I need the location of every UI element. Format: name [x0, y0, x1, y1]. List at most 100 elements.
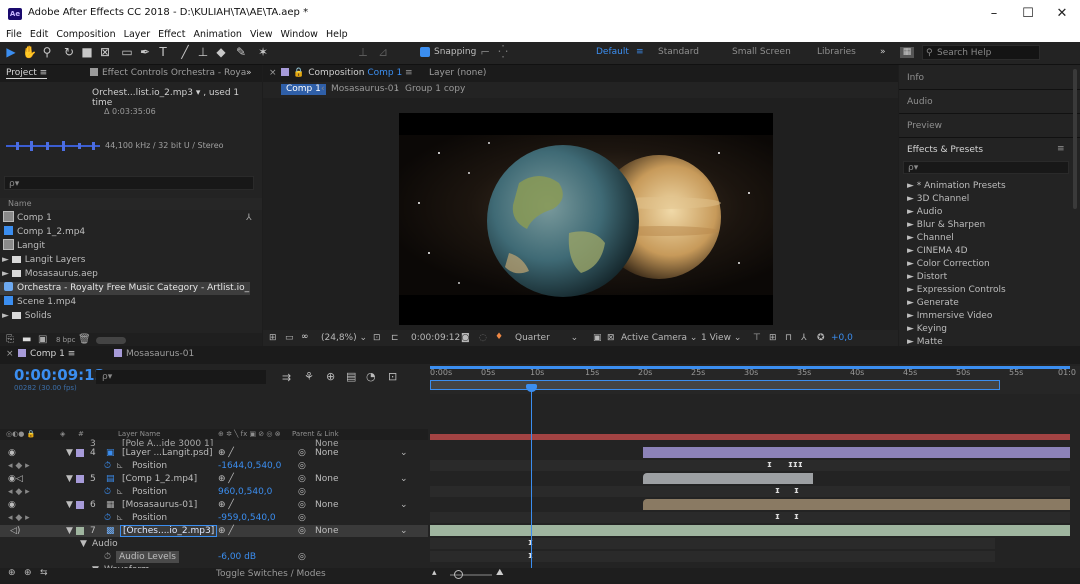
- effects-category-matte[interactable]: ► Matte: [907, 337, 943, 345]
- expression-pickwhip-icon[interactable]: ◎: [298, 551, 306, 563]
- position-value[interactable]: -1644,0,540,0: [218, 460, 281, 472]
- video-visibility-icon[interactable]: ◉: [8, 499, 16, 511]
- crumb-mosasaurus[interactable]: Mosasaurus-01: [331, 84, 399, 94]
- layer-5-duration-bar[interactable]: [643, 473, 813, 484]
- tab-effect-controls[interactable]: Effect Controls Orchestra - Roya: [90, 68, 246, 78]
- timeline-search-input[interactable]: ρ▾: [96, 370, 266, 384]
- composition-mini-flowchart-icon[interactable]: ⇉: [282, 371, 291, 384]
- pickwhip-icon[interactable]: ◎: [298, 525, 306, 537]
- show-snapshot-icon[interactable]: ◌: [479, 333, 487, 343]
- effects-category-generate[interactable]: ► Generate: [907, 298, 959, 308]
- menu-file[interactable]: File: [0, 28, 26, 42]
- parent-dropdown[interactable]: None: [315, 499, 338, 511]
- menu-edit[interactable]: Edit: [26, 28, 52, 42]
- parent-dropdown[interactable]: None: [315, 473, 338, 485]
- stopwatch-icon[interactable]: ⏱: [104, 551, 111, 563]
- effects-category-immersive-video[interactable]: ► Immersive Video: [907, 311, 992, 321]
- work-area-bar[interactable]: [430, 380, 1000, 390]
- flowchart-icon[interactable]: ⅄: [801, 333, 807, 343]
- video-visibility-icon[interactable]: ◉: [8, 447, 16, 459]
- column-name-header[interactable]: Name: [8, 199, 32, 208]
- graph-icon[interactable]: ⊾: [116, 460, 124, 472]
- color-depth-button[interactable]: 8 bpc: [56, 336, 75, 344]
- layer-switches[interactable]: ⊕ ╱: [218, 473, 234, 485]
- region-of-interest-icon[interactable]: ⊏: [391, 333, 399, 343]
- lock-icon[interactable]: 🔒: [293, 68, 304, 78]
- label-color-swatch[interactable]: [76, 501, 84, 509]
- effects-category-blur-sharpen[interactable]: ► Blur & Sharpen: [907, 220, 985, 230]
- eraser-tool-icon[interactable]: ◆: [214, 45, 228, 59]
- workspace-small-screen[interactable]: Small Screen: [732, 47, 791, 57]
- label-color-swatch[interactable]: [76, 449, 84, 457]
- menu-layer[interactable]: Layer: [120, 28, 155, 42]
- label-color-swatch[interactable]: [76, 475, 84, 483]
- effects-category-distort[interactable]: ► Distort: [907, 272, 947, 282]
- masks-icon[interactable]: ∞: [301, 332, 309, 342]
- effects-presets-panel-header[interactable]: Effects & Presets: [907, 145, 983, 155]
- brush-tool-icon[interactable]: ╱: [178, 45, 192, 59]
- property-row-position[interactable]: ◂ ◆ ▸ ⏱ ⊾ Position 960,0,540,0 ◎: [0, 486, 428, 498]
- resolution-dropdown[interactable]: Quarter ⌄: [515, 333, 578, 343]
- audio-toggle-icon[interactable]: ◁): [10, 525, 20, 537]
- layer-row-4[interactable]: ◉ ▼ 4 ▣ [Layer ...Langit.psd] ⊕ ╱ ◎ None…: [0, 447, 428, 459]
- layer-switches[interactable]: ⊕ ╱: [218, 525, 234, 537]
- pickwhip-icon[interactable]: ◎: [298, 447, 306, 459]
- flowchart-icon[interactable]: ⅄: [246, 212, 252, 225]
- keyframe-marker[interactable]: ɪ: [775, 512, 780, 522]
- motion-blur-toggle-icon[interactable]: ◔: [366, 370, 376, 383]
- puppet-tool-icon[interactable]: ✶: [256, 45, 270, 59]
- pickwhip-icon[interactable]: ◎: [298, 499, 306, 511]
- workspace-menu-icon[interactable]: ≡: [636, 47, 644, 57]
- twirl-open-icon[interactable]: ▼: [66, 473, 73, 485]
- layer-switches-pane-icon[interactable]: ⊕: [8, 568, 16, 578]
- pickwhip-icon[interactable]: ◎: [298, 473, 306, 485]
- rotate-tool-icon[interactable]: ↻: [62, 45, 76, 59]
- workspace-standard[interactable]: Standard: [658, 47, 699, 57]
- tab-timeline-comp-1[interactable]: Comp 1 ≡: [18, 349, 75, 359]
- snapping-checkbox[interactable]: [420, 47, 430, 57]
- layer-row-6[interactable]: ◉ ▼ 6 ▦ [Mosasaurus-01] ⊕ ╱ ◎ None ⌄: [0, 499, 428, 511]
- layer-name[interactable]: [Comp 1_2.mp4]: [122, 473, 197, 485]
- menu-composition[interactable]: Composition: [52, 28, 119, 42]
- keyframe-marker[interactable]: ɪɪɪ: [788, 460, 803, 470]
- keyframe-marker[interactable]: ɪ: [794, 486, 799, 496]
- parent-dropdown[interactable]: None: [315, 447, 338, 459]
- maximize-button[interactable]: ☐: [1014, 5, 1042, 23]
- stopwatch-icon[interactable]: ⏱: [104, 512, 111, 524]
- layer-row-7-selected[interactable]: ◁) ▼ 7 ▩ [Orches....io_2.mp3] ⊕ ╱ ◎ None…: [0, 525, 428, 537]
- modes-pane-icon[interactable]: ⊕: [24, 568, 32, 578]
- shy-layers-icon[interactable]: ⊕: [326, 370, 335, 383]
- expression-pickwhip-icon[interactable]: ◎: [298, 460, 306, 472]
- workspace-default[interactable]: Default: [596, 47, 629, 57]
- graph-editor-icon[interactable]: ⊡: [388, 370, 397, 383]
- workspace-libraries[interactable]: Libraries: [817, 47, 856, 57]
- effects-search-input[interactable]: ρ▾: [903, 161, 1069, 174]
- zoom-tool-icon[interactable]: ⚲: [40, 45, 54, 59]
- twirl-open-icon[interactable]: ▼: [80, 538, 87, 550]
- twirl-open-icon[interactable]: ▼: [66, 499, 73, 511]
- pan-behind-tool-icon[interactable]: ⊠: [98, 45, 112, 59]
- tab-composition[interactable]: 🔒 Composition Comp 1 ≡: [281, 68, 413, 78]
- property-row-position[interactable]: ◂ ◆ ▸ ⏱ ⊾ Position -959,0,540,0 ◎: [0, 512, 428, 524]
- keyframe-navigator-icon[interactable]: ◂ ◆ ▸: [8, 460, 30, 472]
- project-item-comp-1-mp4[interactable]: Comp 1_2.mp4: [4, 226, 85, 239]
- layer-name[interactable]: [Layer ...Langit.psd]: [122, 447, 213, 459]
- chevron-down-icon[interactable]: ⌄: [400, 499, 408, 511]
- world-axis-icon[interactable]: ⊿: [376, 45, 390, 59]
- transparency-grid-icon[interactable]: ⊠: [607, 333, 615, 343]
- project-item-solids[interactable]: ► Solids: [2, 310, 51, 323]
- draft-3d-icon[interactable]: ⊞: [769, 333, 777, 343]
- reset-exposure-icon[interactable]: ✪: [817, 333, 825, 343]
- menu-window[interactable]: Window: [276, 28, 321, 42]
- keyframe-navigator-icon[interactable]: ◂ ◆ ▸: [8, 486, 30, 498]
- layer-row-3[interactable]: 3 [Pole A...ide 3000 1] None: [0, 438, 428, 446]
- close-button[interactable]: ✕: [1048, 5, 1076, 23]
- label-color-swatch[interactable]: [76, 527, 84, 535]
- pixel-aspect-icon[interactable]: ⊤: [753, 333, 761, 343]
- position-value[interactable]: 960,0,540,0: [218, 486, 272, 498]
- frame-blending-icon[interactable]: ▤: [346, 370, 356, 383]
- property-group-audio[interactable]: ▼ Audio: [0, 538, 428, 550]
- menu-view[interactable]: View: [246, 28, 277, 42]
- camera-tool-icon[interactable]: ■: [80, 45, 94, 59]
- hand-tool-icon[interactable]: ✋: [22, 45, 37, 59]
